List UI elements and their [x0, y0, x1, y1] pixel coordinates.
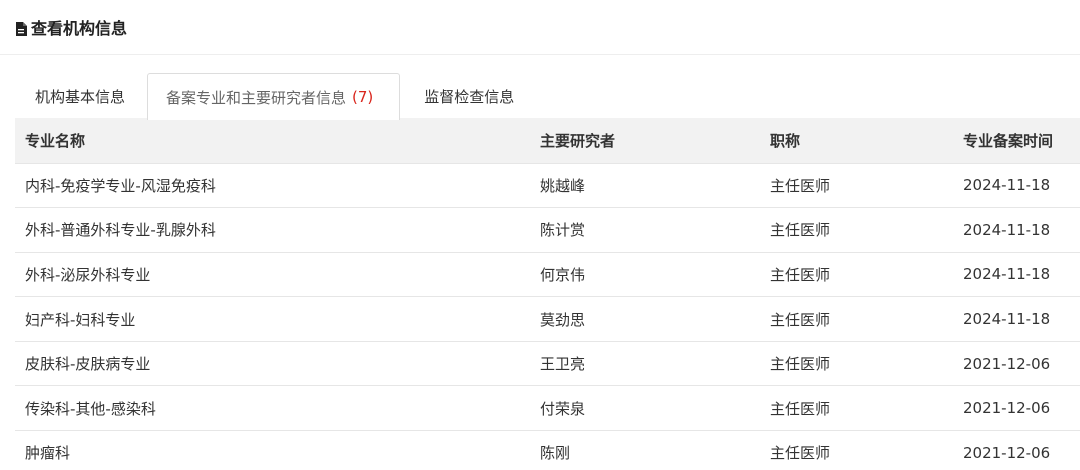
page: 查看机构信息 机构基本信息 备案专业和主要研究者信息 (7) 监督检查信息 专业…: [0, 0, 1080, 470]
table-row: 肿瘤科 陈刚 主任医师 2021-12-06: [15, 430, 1080, 470]
tab-inspection-info[interactable]: 监督检查信息: [400, 73, 533, 119]
cell-specialty: 皮肤科-皮肤病专业: [15, 341, 530, 387]
column-header-specialty: 专业名称: [15, 118, 530, 164]
cell-researcher: 姚越峰: [530, 163, 760, 209]
specialty-table: 专业名称 主要研究者 职称 专业备案时间 内科-免疫学专业-风湿免疫科 姚越峰 …: [15, 118, 1080, 470]
cell-filing-date: 2021-12-06: [953, 385, 1080, 432]
cell-researcher: 陈计赏: [530, 207, 760, 253]
cell-specialty: 肿瘤科: [15, 430, 530, 470]
cell-specialty: 外科-普通外科专业-乳腺外科: [15, 207, 530, 253]
table-row: 妇产科-妇科专业 莫劲思 主任医师 2024-11-18: [15, 296, 1080, 342]
cell-researcher: 王卫亮: [530, 341, 760, 387]
table-row: 外科-泌尿外科专业 何京伟 主任医师 2024-11-18: [15, 252, 1080, 298]
tab-count-badge: (7): [352, 88, 374, 106]
page-title: 查看机构信息: [31, 19, 128, 38]
cell-title: 主任医师: [760, 252, 953, 298]
tab-specialties-researchers[interactable]: 备案专业和主要研究者信息 (7): [147, 73, 401, 120]
table-row: 外科-普通外科专业-乳腺外科 陈计赏 主任医师 2024-11-18: [15, 207, 1080, 253]
cell-filing-date: 2021-12-06: [953, 341, 1080, 387]
tab-label: 机构基本信息: [35, 88, 126, 106]
cell-title: 主任医师: [760, 207, 953, 253]
cell-researcher: 陈刚: [530, 430, 760, 470]
cell-title: 主任医师: [760, 341, 953, 387]
cell-title: 主任医师: [760, 430, 953, 470]
table-row: 内科-免疫学专业-风湿免疫科 姚越峰 主任医师 2024-11-18: [15, 163, 1080, 209]
cell-specialty: 内科-免疫学专业-风湿免疫科: [15, 163, 530, 209]
cell-filing-date: 2021-12-06: [953, 430, 1080, 470]
cell-filing-date: 2024-11-18: [953, 163, 1080, 209]
tab-bar: 机构基本信息 备案专业和主要研究者信息 (7) 监督检查信息: [15, 73, 1080, 120]
tab-label: 备案专业和主要研究者信息: [166, 88, 347, 107]
table-header-row: 专业名称 主要研究者 职称 专业备案时间: [15, 118, 1080, 164]
page-header: 查看机构信息: [0, 0, 1080, 55]
tab-basic-info[interactable]: 机构基本信息: [15, 73, 147, 119]
table-row: 传染科-其他-感染科 付荣泉 主任医师 2021-12-06: [15, 385, 1080, 432]
cell-specialty: 外科-泌尿外科专业: [15, 252, 530, 298]
column-header-researcher: 主要研究者: [530, 118, 760, 164]
table-row: 皮肤科-皮肤病专业 王卫亮 主任医师 2021-12-06: [15, 341, 1080, 387]
column-header-filing-date: 专业备案时间: [953, 118, 1080, 164]
cell-specialty: 传染科-其他-感染科: [15, 385, 530, 432]
column-header-title: 职称: [760, 118, 953, 164]
document-icon: [15, 21, 27, 36]
tab-label: 监督检查信息: [424, 88, 515, 106]
cell-title: 主任医师: [760, 296, 953, 342]
cell-title: 主任医师: [760, 163, 953, 209]
cell-filing-date: 2024-11-18: [953, 296, 1080, 342]
cell-title: 主任医师: [760, 385, 953, 432]
cell-researcher: 何京伟: [530, 252, 760, 298]
cell-researcher: 莫劲思: [530, 296, 760, 342]
cell-researcher: 付荣泉: [530, 385, 760, 432]
cell-filing-date: 2024-11-18: [953, 252, 1080, 298]
cell-filing-date: 2024-11-18: [953, 207, 1080, 253]
cell-specialty: 妇产科-妇科专业: [15, 296, 530, 342]
